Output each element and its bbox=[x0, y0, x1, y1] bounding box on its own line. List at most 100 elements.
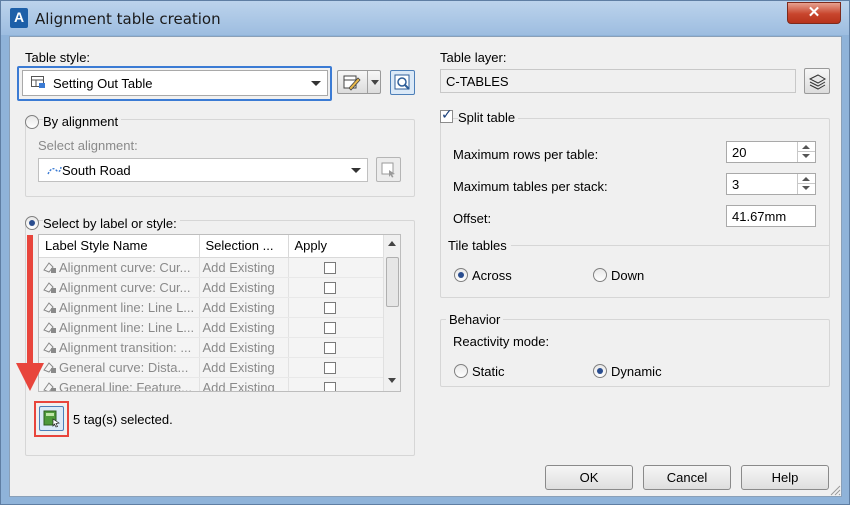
apply-checkbox[interactable] bbox=[323, 322, 336, 335]
close-button[interactable]: ✕ bbox=[787, 2, 841, 24]
table-layer-label: Table layer: bbox=[440, 50, 507, 65]
pick-table-style-button[interactable] bbox=[390, 70, 415, 95]
cancel-button[interactable]: Cancel bbox=[643, 465, 731, 490]
pick-from-drawing-icon bbox=[43, 410, 60, 428]
layer-select-button[interactable] bbox=[804, 68, 830, 94]
chevron-down-icon bbox=[351, 168, 361, 173]
alignment-icon bbox=[47, 166, 62, 175]
spin-up-icon[interactable] bbox=[802, 145, 810, 149]
table-row[interactable]: General line: Feature... Add Existing bbox=[39, 377, 385, 392]
edit-table-style-button[interactable] bbox=[337, 70, 381, 94]
label-style-grid: Label Style Name Selection ... Apply Ali… bbox=[38, 234, 401, 392]
selection-cell[interactable]: Add Existing bbox=[199, 357, 289, 378]
max-rows-input[interactable]: 20 bbox=[726, 141, 816, 163]
apply-checkbox[interactable] bbox=[323, 382, 336, 391]
apply-checkbox[interactable] bbox=[323, 262, 336, 275]
column-header-apply[interactable]: Apply bbox=[288, 235, 385, 258]
offset-value: 41.67mm bbox=[732, 209, 787, 224]
max-tables-label: Maximum tables per stack: bbox=[453, 179, 608, 194]
tile-across-radio[interactable] bbox=[454, 268, 468, 282]
selection-cell[interactable]: Add Existing bbox=[199, 317, 289, 338]
split-table-label: Split table bbox=[458, 110, 519, 125]
max-rows-spinner[interactable] bbox=[797, 142, 815, 162]
apply-checkbox[interactable] bbox=[323, 342, 336, 355]
select-alignment-label: Select alignment: bbox=[38, 138, 138, 153]
label-style-name: General line: Feature... bbox=[59, 379, 192, 392]
scroll-up-icon[interactable] bbox=[388, 241, 396, 246]
table-style-label: Table style: bbox=[25, 50, 91, 65]
offset-label: Offset: bbox=[453, 211, 492, 226]
pick-from-drawing-icon bbox=[381, 162, 395, 178]
tile-down-radio[interactable] bbox=[593, 268, 607, 282]
table-layer-value: C-TABLES bbox=[446, 74, 509, 89]
magnifier-pick-icon bbox=[394, 74, 410, 90]
reactivity-mode-label: Reactivity mode: bbox=[453, 334, 550, 349]
label-style-name: Alignment line: Line L... bbox=[59, 319, 195, 335]
tile-tables-label: Tile tables bbox=[448, 238, 511, 253]
table-style-dropdown[interactable]: Setting Out Table bbox=[22, 70, 328, 96]
table-row[interactable]: General curve: Dista... Add Existing bbox=[39, 357, 385, 378]
apply-checkbox[interactable] bbox=[323, 282, 336, 295]
by-alignment-radio[interactable] bbox=[25, 115, 39, 129]
max-rows-label: Maximum rows per table: bbox=[453, 147, 599, 162]
pick-labels-button[interactable] bbox=[39, 406, 64, 431]
max-tables-spinner[interactable] bbox=[797, 174, 815, 194]
static-radio[interactable] bbox=[454, 364, 468, 378]
spin-down-icon[interactable] bbox=[802, 154, 810, 158]
chevron-down-icon bbox=[371, 80, 379, 85]
spin-up-icon[interactable] bbox=[802, 177, 810, 181]
behavior-label: Behavior bbox=[446, 312, 504, 327]
column-header-label-style[interactable]: Label Style Name bbox=[39, 235, 200, 258]
dialog-body: Table style: Setting Out Table By alignm… bbox=[9, 36, 842, 497]
label-style-name: Alignment curve: Cur... bbox=[59, 259, 191, 275]
spin-down-icon[interactable] bbox=[802, 186, 810, 190]
dynamic-radio[interactable] bbox=[593, 364, 607, 378]
table-row[interactable]: Alignment curve: Cur... Add Existing bbox=[39, 277, 385, 298]
edit-style-icon bbox=[343, 75, 361, 91]
by-alignment-label: By alignment bbox=[43, 114, 122, 129]
window-title: Alignment table creation bbox=[35, 10, 221, 28]
table-layer-field: C-TABLES bbox=[440, 69, 796, 93]
label-style-name: Alignment curve: Cur... bbox=[59, 279, 191, 295]
tile-down-label: Down bbox=[611, 268, 645, 283]
pick-alignment-button[interactable] bbox=[376, 157, 401, 182]
label-style-name: Alignment transition: ... bbox=[59, 339, 192, 355]
apply-checkbox[interactable] bbox=[323, 302, 336, 315]
split-table-checkbox[interactable] bbox=[440, 107, 453, 123]
ok-button[interactable]: OK bbox=[545, 465, 633, 490]
grid-vertical-scrollbar[interactable] bbox=[383, 235, 400, 391]
column-header-selection[interactable]: Selection ... bbox=[199, 235, 289, 258]
selection-cell[interactable]: Add Existing bbox=[199, 257, 289, 278]
layers-icon bbox=[809, 74, 826, 90]
title-bar[interactable]: A Alignment table creation ✕ bbox=[1, 1, 849, 35]
scroll-down-icon[interactable] bbox=[388, 378, 396, 383]
table-style-value: Setting Out Table bbox=[53, 76, 153, 91]
table-row[interactable]: Alignment line: Line L... Add Existing bbox=[39, 317, 385, 338]
help-button[interactable]: Help bbox=[741, 465, 829, 490]
selection-cell[interactable]: Add Existing bbox=[199, 297, 289, 318]
alignment-dropdown[interactable]: South Road bbox=[38, 158, 368, 182]
max-tables-value: 3 bbox=[732, 177, 740, 192]
static-label: Static bbox=[472, 364, 505, 379]
tags-selected-status: 5 tag(s) selected. bbox=[73, 412, 173, 427]
scrollbar-thumb[interactable] bbox=[386, 257, 399, 307]
select-by-label-label: Select by label or style: bbox=[43, 216, 180, 231]
tile-across-label: Across bbox=[472, 268, 512, 283]
table-row[interactable]: Alignment line: Line L... Add Existing bbox=[39, 297, 385, 318]
selection-cell[interactable]: Add Existing bbox=[199, 377, 289, 391]
split-divider bbox=[367, 71, 368, 93]
max-tables-input[interactable]: 3 bbox=[726, 173, 816, 195]
dialog-window: A Alignment table creation ✕ Table style… bbox=[0, 0, 850, 505]
select-by-label-radio[interactable] bbox=[25, 216, 39, 230]
label-style-name: General curve: Dista... bbox=[59, 359, 189, 375]
apply-checkbox[interactable] bbox=[323, 362, 336, 375]
autocad-app-icon: A bbox=[10, 8, 28, 28]
selection-cell[interactable]: Add Existing bbox=[199, 337, 289, 358]
resize-grip-icon[interactable] bbox=[829, 484, 841, 496]
dynamic-label: Dynamic bbox=[611, 364, 662, 379]
offset-input[interactable]: 41.67mm bbox=[726, 205, 816, 227]
selection-cell[interactable]: Add Existing bbox=[199, 277, 289, 298]
table-row[interactable]: Alignment curve: Cur... Add Existing bbox=[39, 257, 385, 278]
table-row[interactable]: Alignment transition: ... Add Existing bbox=[39, 337, 385, 358]
alignment-value: South Road bbox=[62, 163, 131, 178]
